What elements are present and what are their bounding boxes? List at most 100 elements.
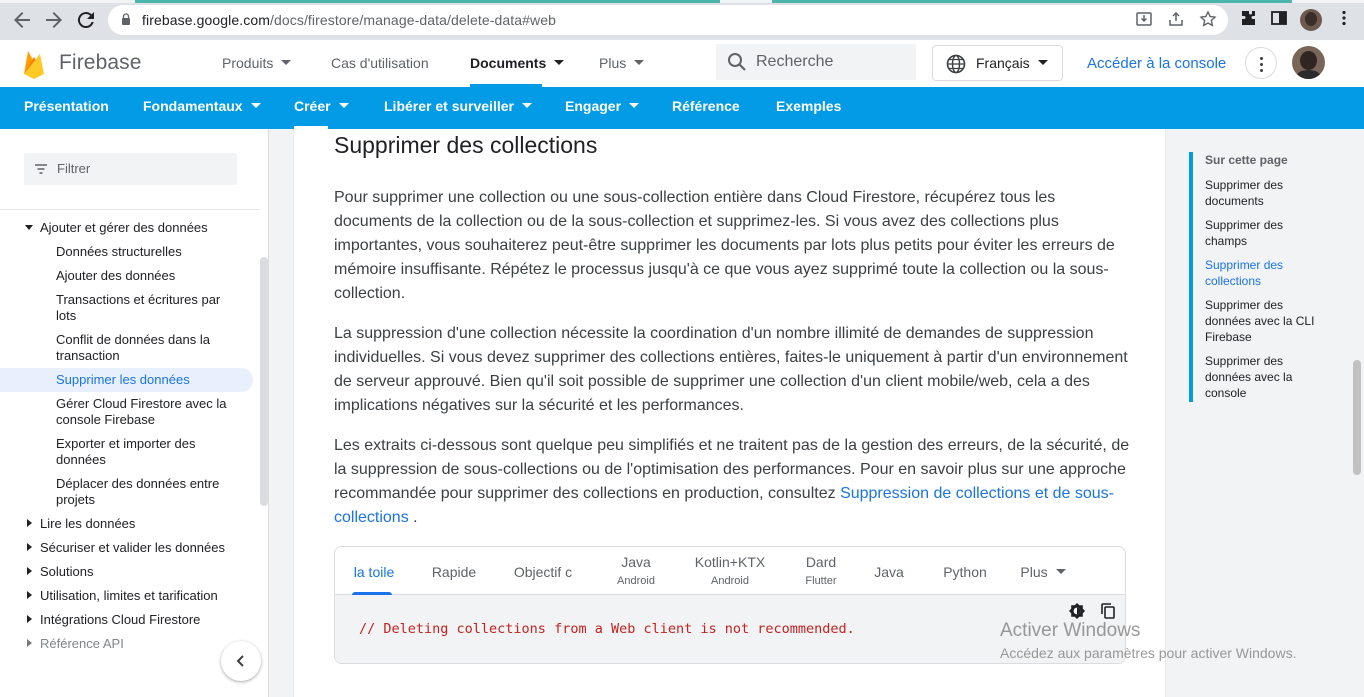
back-icon[interactable]: [10, 8, 34, 32]
nav-produits[interactable]: Produits: [222, 55, 292, 71]
expand-caret-icon[interactable]: [27, 567, 32, 575]
console-link[interactable]: Accéder à la console: [1087, 55, 1226, 72]
code-snippet: // Deleting collections from a Web clien…: [359, 621, 855, 637]
chevron-down-icon: [281, 60, 292, 65]
subnav-fondamentaux[interactable]: Fondamentaux: [143, 98, 261, 114]
sidebar-item-ajouter-donnees[interactable]: Ajouter des données: [56, 268, 234, 284]
toc-item-supprimer-documents[interactable]: Supprimer des documents: [1205, 177, 1325, 209]
sidebar-item-transactions[interactable]: Transactions et écritures par lots: [56, 292, 234, 324]
subnav-liberer-surveiller[interactable]: Libérer et surveiller: [384, 98, 532, 114]
more-options-icon[interactable]: [1245, 47, 1277, 79]
windows-activation-title: Activer Windows: [1000, 620, 1141, 641]
section-nav: Présentation Fondamentaux Créer Libérer …: [0, 87, 1364, 129]
chevron-down-icon: [554, 60, 565, 65]
main-content: Supprimer des collections Pour supprimer…: [293, 129, 1166, 697]
sidebar-divider: [0, 209, 260, 210]
chevron-left-icon: [236, 655, 244, 667]
toc-item-supprimer-console[interactable]: Supprimer des données avec la console: [1205, 353, 1325, 401]
toc-title: Sur cette page: [1205, 153, 1288, 167]
chevron-down-icon: [250, 103, 261, 108]
search-placeholder: Recherche: [756, 53, 834, 70]
sidebar-item-gerer-console[interactable]: Gérer Cloud Firestore avec la console Fi…: [56, 396, 234, 428]
toc-rail: [1189, 152, 1193, 402]
subnav-exemples[interactable]: Exemples: [776, 98, 841, 114]
sidebar-item-reference-api[interactable]: Référence API: [40, 636, 124, 652]
language-select[interactable]: Français: [932, 45, 1063, 81]
code-tab-objc[interactable]: Objectif c: [507, 547, 579, 595]
chevron-down-icon: [634, 60, 645, 65]
globe-icon: [946, 54, 966, 74]
subnav-presentation[interactable]: Présentation: [24, 98, 109, 114]
sidebar-item-utilisation[interactable]: Utilisation, limites et tarification: [40, 588, 218, 604]
left-sidebar: Filtrer Ajouter et gérer des données Don…: [0, 129, 269, 697]
collapse-sidebar-button[interactable]: [221, 641, 261, 681]
share-icon[interactable]: [1166, 10, 1186, 30]
browser-menu-icon[interactable]: [1333, 9, 1355, 31]
logo-text[interactable]: Firebase: [59, 51, 142, 75]
lock-icon: [122, 13, 130, 25]
nav-cas-utilisation[interactable]: Cas d'utilisation: [331, 55, 429, 71]
sidebar-item-exporter-importer[interactable]: Exporter et importer des données: [56, 436, 234, 468]
expand-caret-icon[interactable]: [27, 543, 32, 551]
language-label: Français: [976, 55, 1048, 71]
page-scrollbar[interactable]: [1350, 129, 1364, 697]
address-bar[interactable]: firebase.google.com/docs/firestore/manag…: [108, 5, 1228, 35]
bookmark-star-icon[interactable]: [1198, 10, 1218, 30]
code-tab-web[interactable]: la toile: [347, 547, 401, 595]
subnav-creer[interactable]: Créer: [294, 98, 349, 114]
code-tab-java[interactable]: Java: [867, 547, 911, 595]
nav-documents[interactable]: Documents: [470, 55, 565, 71]
browser-toolbar: firebase.google.com/docs/firestore/manag…: [0, 0, 1364, 40]
browser-profile-avatar[interactable]: [1300, 9, 1322, 31]
code-tab-python[interactable]: Python: [935, 547, 995, 595]
expand-caret-icon[interactable]: [27, 591, 32, 599]
sidebar-item-deplacer[interactable]: Déplacer des données entre projets: [56, 476, 234, 508]
filter-icon: [35, 164, 47, 174]
code-tab-more[interactable]: Plus: [1015, 547, 1071, 595]
filter-placeholder: Filtrer: [57, 161, 91, 176]
scrollbar-thumb[interactable]: [1353, 360, 1361, 475]
dark-theme-icon[interactable]: [1068, 602, 1086, 620]
toc-item-supprimer-cli[interactable]: Supprimer des données avec la CLI Fireba…: [1205, 297, 1325, 345]
expand-caret-icon[interactable]: [27, 639, 32, 647]
expand-caret-icon[interactable]: [27, 519, 32, 527]
paragraph-3: Les extraits ci-dessous sont quelque peu…: [334, 437, 1130, 526]
install-icon[interactable]: [1134, 10, 1154, 30]
sidebar-scrollbar[interactable]: [260, 257, 268, 506]
sidebar-section-ajouter-gerer[interactable]: Ajouter et gérer des données: [40, 220, 208, 236]
nav-plus[interactable]: Plus: [599, 55, 645, 71]
sidebar-item-solutions[interactable]: Solutions: [40, 564, 93, 580]
extensions-icon[interactable]: [1237, 9, 1259, 31]
firebase-logo-icon[interactable]: [22, 49, 46, 79]
sidebar-item-lire[interactable]: Lire les données: [40, 516, 135, 532]
paragraph-1: Pour supprimer une collection ou une sou…: [334, 189, 1115, 302]
collapse-caret-icon[interactable]: [25, 225, 33, 230]
toc-item-supprimer-champs[interactable]: Supprimer des champs: [1205, 217, 1325, 249]
copy-icon[interactable]: [1099, 602, 1117, 620]
sidebar-item-securiser[interactable]: Sécuriser et valider les données: [40, 540, 225, 556]
side-panel-icon[interactable]: [1268, 9, 1290, 31]
code-tab-swift[interactable]: Rapide: [425, 547, 483, 595]
code-tabs: la toile Rapide Objectif c Java Android K…: [335, 547, 1125, 595]
sidebar-item-integrations[interactable]: Intégrations Cloud Firestore: [40, 612, 200, 628]
reload-icon[interactable]: [74, 8, 98, 32]
code-tab-kotlin[interactable]: Kotlin+KTX Android: [690, 547, 770, 595]
sidebar-item-donnees-structurelles[interactable]: Données structurelles: [56, 244, 234, 260]
sidebar-item-conflit[interactable]: Conflit de données dans la transaction: [56, 332, 234, 364]
page-heading: Supprimer des collections: [334, 132, 598, 158]
chevron-down-icon: [1055, 569, 1066, 574]
code-tab-java-android[interactable]: Java Android: [607, 547, 665, 595]
subnav-reference[interactable]: Référence: [672, 98, 740, 114]
url-text: firebase.google.com/docs/firestore/manag…: [142, 12, 557, 28]
toc-item-supprimer-collections[interactable]: Supprimer des collections: [1205, 257, 1325, 289]
windows-activation-text: Accédez aux paramètres pour activer Wind…: [1000, 645, 1297, 661]
expand-caret-icon[interactable]: [27, 615, 32, 623]
filter-input[interactable]: Filtrer: [24, 153, 237, 185]
code-tab-dart[interactable]: Dard Flutter: [793, 547, 849, 595]
chevron-down-icon: [338, 103, 349, 108]
forward-icon[interactable]: [42, 8, 66, 32]
user-avatar[interactable]: [1292, 46, 1325, 79]
subnav-engager[interactable]: Engager: [565, 98, 640, 114]
sidebar-item-supprimer-donnees[interactable]: Supprimer les données: [56, 372, 234, 388]
search-input[interactable]: Recherche: [716, 44, 916, 80]
